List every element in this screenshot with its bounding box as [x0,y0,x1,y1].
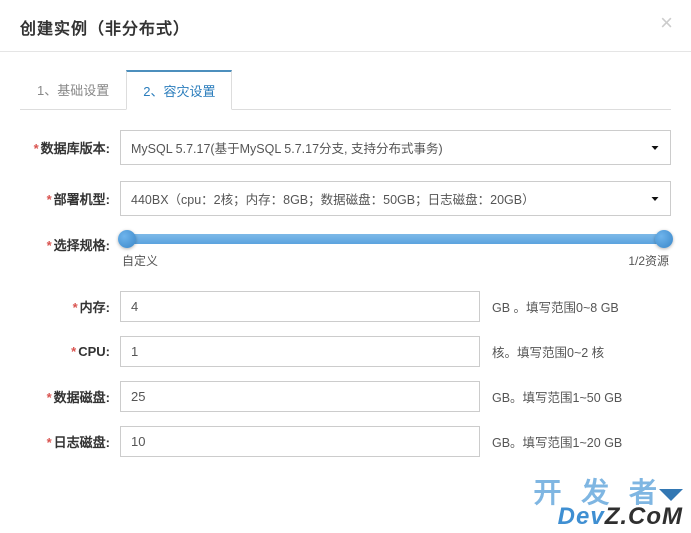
slider-max-label: 1/2资源 [628,252,669,269]
watermark: 开 发 者 DevZ.CoM [533,479,683,529]
cpu-hint: 核。填写范围0~2 核 [492,342,604,361]
tab-disaster-recovery[interactable]: 2、容灾设置 [126,70,232,110]
data-disk-hint: GB。填写范围1~50 GB [492,387,622,406]
select-deploy-type[interactable]: 440BX（cpu：2核；内存：8GB；数据磁盘：50GB；日志磁盘：20GB） [120,181,671,216]
close-icon[interactable]: × [660,10,673,36]
watermark-line2: DevZ.CoM [533,505,683,529]
modal-title: 创建实例（非分布式） [20,15,671,39]
cpu-input[interactable] [120,336,480,367]
row-deploy-type: *部署机型: 440BX（cpu：2核；内存：8GB；数据磁盘：50GB；日志磁… [20,181,671,216]
row-memory: *内存: GB 。填写范围0~8 GB [20,291,671,322]
slider-min-label: 自定义 [122,252,158,269]
tab-basic-settings[interactable]: 1、基础设置 [20,70,126,110]
log-disk-input[interactable] [120,426,480,457]
slider-track[interactable] [127,234,664,244]
label-data-disk: *数据磁盘: [20,387,120,406]
label-spec: *选择规格: [20,232,120,254]
select-deploy-type-value: 440BX（cpu：2核；内存：8GB；数据磁盘：50GB；日志磁盘：20GB） [120,181,671,216]
row-log-disk: *日志磁盘: GB。填写范围1~20 GB [20,426,671,457]
watermark-line1: 开 发 者 [533,479,683,507]
modal-header: 创建实例（非分布式） × [0,0,691,52]
data-disk-input[interactable] [120,381,480,412]
form-body: *数据库版本: MySQL 5.7.17(基于MySQL 5.7.17分支, 支… [0,110,691,481]
arrow-down-icon [659,489,683,501]
label-cpu: *CPU: [20,344,120,359]
label-db-version: *数据库版本: [20,138,120,157]
tab-list: 1、基础设置 2、容灾设置 [20,70,671,110]
memory-hint: GB 。填写范围0~8 GB [492,297,619,316]
slider-handle-left[interactable] [118,230,136,248]
memory-input[interactable] [120,291,480,322]
row-db-version: *数据库版本: MySQL 5.7.17(基于MySQL 5.7.17分支, 支… [20,130,671,165]
row-cpu: *CPU: 核。填写范围0~2 核 [20,336,671,367]
label-deploy-type: *部署机型: [20,189,120,208]
row-spec: *选择规格: 自定义 1/2资源 [20,232,671,269]
select-db-version[interactable]: MySQL 5.7.17(基于MySQL 5.7.17分支, 支持分布式事务) [120,130,671,165]
row-data-disk: *数据磁盘: GB。填写范围1~50 GB [20,381,671,412]
create-instance-modal: 创建实例（非分布式） × 1、基础设置 2、容灾设置 *数据库版本: MySQL… [0,0,691,481]
log-disk-hint: GB。填写范围1~20 GB [492,432,622,451]
slider-handle-right[interactable] [655,230,673,248]
spec-slider[interactable]: 自定义 1/2资源 [120,232,671,269]
tab-container: 1、基础设置 2、容灾设置 [0,52,691,110]
label-memory: *内存: [20,297,120,316]
label-log-disk: *日志磁盘: [20,432,120,451]
select-db-version-value: MySQL 5.7.17(基于MySQL 5.7.17分支, 支持分布式事务) [120,130,671,165]
slider-labels: 自定义 1/2资源 [120,252,671,269]
